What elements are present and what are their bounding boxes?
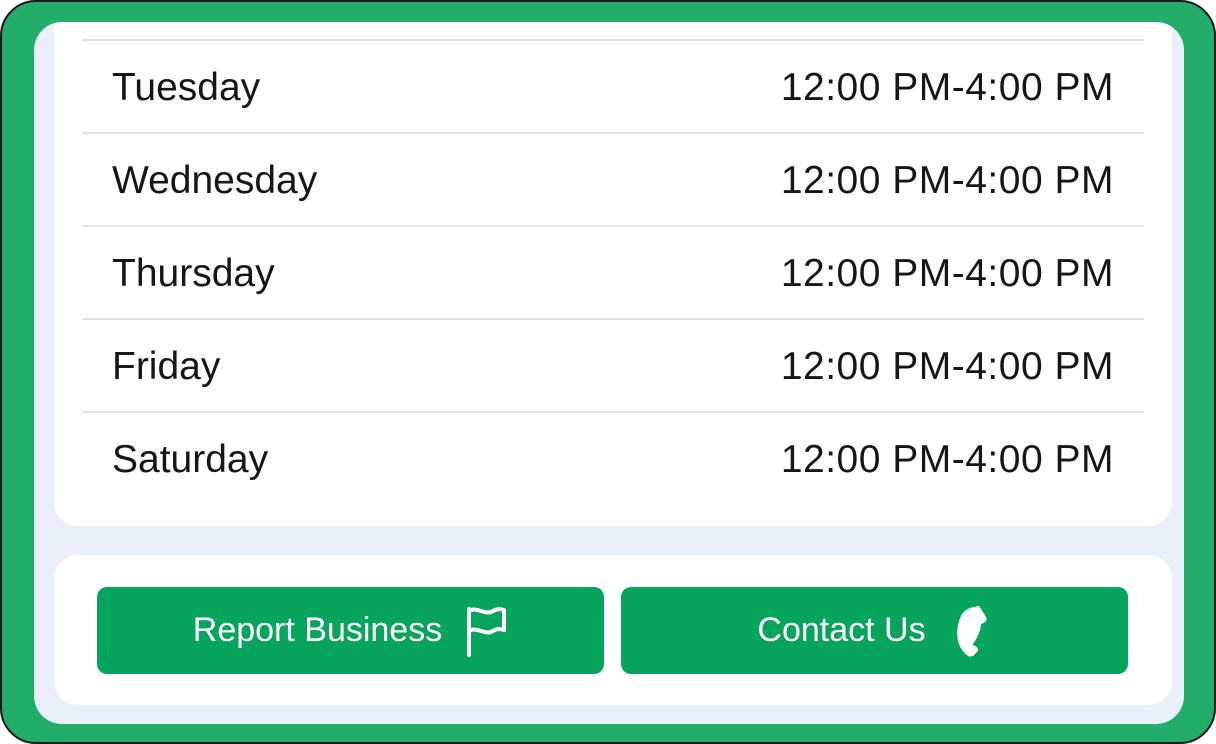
day-label: Tuesday: [112, 66, 261, 109]
hours-value: 12:00 PM-4:00 PM: [780, 438, 1114, 481]
hours-value: 12:00 PM-4:00 PM: [780, 252, 1114, 295]
hours-value: 12:00 PM-4:00 PM: [780, 345, 1114, 388]
business-hours-list: Tuesday 12:00 PM-4:00 PM Wednesday 12:00…: [82, 39, 1144, 504]
day-label: Wednesday: [112, 159, 318, 202]
actions-card: Report Business Contact Us: [54, 555, 1172, 705]
phone-icon: [948, 604, 992, 658]
flag-icon: [464, 605, 508, 657]
hours-row-thursday: Thursday 12:00 PM-4:00 PM: [82, 225, 1144, 318]
day-label: Saturday: [112, 438, 269, 481]
contact-us-label: Contact Us: [757, 611, 926, 649]
hours-value: 12:00 PM-4:00 PM: [780, 66, 1114, 109]
business-hours-card: Tuesday 12:00 PM-4:00 PM Wednesday 12:00…: [54, 22, 1172, 526]
report-business-label: Report Business: [192, 611, 443, 649]
hours-row-friday: Friday 12:00 PM-4:00 PM: [82, 318, 1144, 411]
app-screen: Tuesday 12:00 PM-4:00 PM Wednesday 12:00…: [34, 22, 1184, 724]
hours-row-wednesday: Wednesday 12:00 PM-4:00 PM: [82, 132, 1144, 225]
hours-row-tuesday: Tuesday 12:00 PM-4:00 PM: [82, 39, 1144, 132]
contact-us-button[interactable]: Contact Us: [621, 587, 1128, 674]
hours-row-saturday: Saturday 12:00 PM-4:00 PM: [82, 411, 1144, 504]
day-label: Thursday: [112, 252, 275, 295]
hours-value: 12:00 PM-4:00 PM: [780, 159, 1114, 202]
report-business-button[interactable]: Report Business: [97, 587, 604, 674]
day-label: Friday: [112, 345, 221, 388]
device-frame: Tuesday 12:00 PM-4:00 PM Wednesday 12:00…: [0, 0, 1216, 744]
